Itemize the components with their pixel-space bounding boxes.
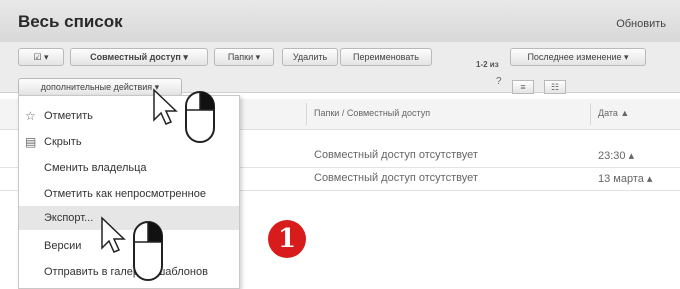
cursor-mouse-icon [101, 216, 163, 281]
page-title: Весь список [18, 12, 123, 31]
sharing-cell: Совместный доступ отсутствует [314, 172, 478, 184]
menu-item-label: Скрыть [44, 136, 82, 148]
menu-item-change-owner[interactable]: Сменить владельца [19, 156, 239, 180]
grid-view-icon[interactable]: ☷ [544, 80, 566, 94]
refresh-link[interactable]: Обновить [616, 18, 666, 30]
menu-item-label: Версии [44, 240, 82, 252]
star-icon: ☆ [25, 109, 36, 123]
sort-dropdown-button[interactable]: Последнее изменение ▾ [510, 48, 646, 66]
sharing-cell: Совместный доступ отсутствует [314, 149, 478, 161]
item-count: 1-2 из [476, 60, 499, 69]
rename-button[interactable]: Переименовать [340, 48, 432, 66]
titlebar: Весь список Обновить [0, 0, 680, 42]
help-icon[interactable]: ? [496, 76, 502, 87]
folders-button[interactable]: Папки ▾ [214, 48, 274, 66]
step-number-badge: 1 [268, 220, 306, 258]
sharing-button[interactable]: Совместный доступ ▾ [70, 48, 208, 66]
column-date[interactable]: Дата ▲ [598, 108, 629, 118]
date-cell: 13 марта ▴ [598, 173, 653, 185]
menu-item-label: Экспорт... [44, 212, 94, 224]
date-cell: 23:30 ▴ [598, 150, 635, 162]
toolbar: ☑ ▾ Совместный доступ ▾ Папки ▾ Удалить … [0, 42, 680, 96]
column-divider [306, 103, 307, 125]
menu-item-label: Отметить как непросмотренное [44, 188, 206, 200]
menu-item-label: Отметить [44, 110, 93, 122]
delete-button[interactable]: Удалить [282, 48, 338, 66]
menu-item-mark-unread[interactable]: Отметить как непросмотренное [19, 182, 239, 206]
column-divider [590, 103, 591, 125]
list-view-icon[interactable]: ≡ [512, 80, 534, 94]
hide-icon: ▤ [25, 135, 37, 149]
menu-item-label: Сменить владельца [44, 162, 147, 174]
select-dropdown-button[interactable]: ☑ ▾ [18, 48, 64, 66]
cursor-mouse-icon [153, 88, 215, 143]
column-sharing[interactable]: Папки / Совместный доступ [314, 108, 430, 118]
